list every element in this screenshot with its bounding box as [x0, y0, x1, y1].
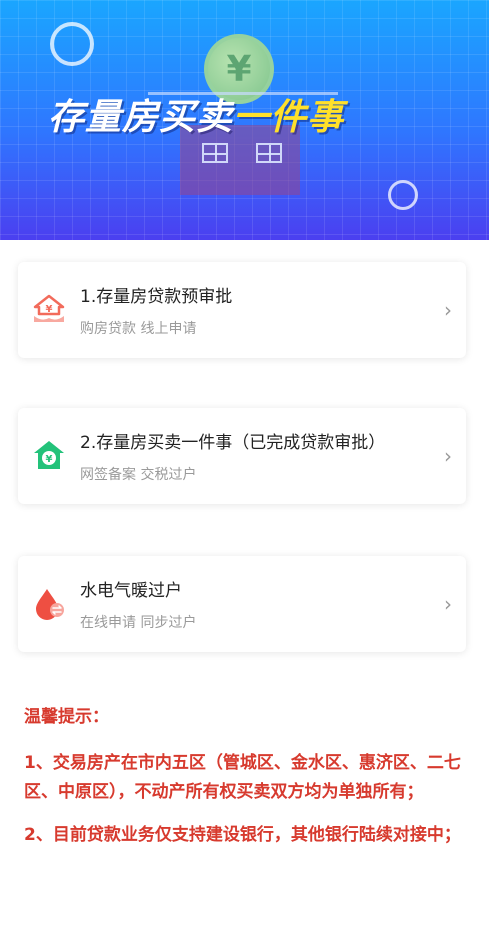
- chevron-right-icon: ›: [444, 298, 452, 322]
- house-yuan-icon: ¥: [34, 441, 64, 469]
- service-card-loan-preapproval[interactable]: ¥ 1.存量房贷款预审批 购房贷款 线上申请 ›: [18, 262, 466, 358]
- service-title: 1.存量房贷款预审批: [80, 287, 233, 307]
- service-subtitle: 购房贷款 线上申请: [80, 321, 197, 337]
- banner: ¥ 存量房买卖一件事: [0, 0, 489, 240]
- drop-transfer-icon: [36, 589, 64, 620]
- banner-title: 存量房买卖一件事: [48, 88, 344, 140]
- window-icon: [256, 143, 282, 163]
- svg-text:¥: ¥: [46, 304, 53, 315]
- chevron-right-icon: ›: [444, 592, 452, 616]
- circle-decoration: [50, 22, 94, 66]
- circle-decoration: [388, 180, 418, 210]
- service-card-housing-transaction[interactable]: ¥ 2.存量房买卖一件事（已完成贷款审批） 网签备案 交税过户 ›: [18, 408, 466, 504]
- house-loan-icon: ¥: [33, 294, 65, 322]
- window-icon: [202, 143, 228, 163]
- service-card-utilities-transfer[interactable]: 水电气暖过户 在线申请 同步过户 ›: [18, 556, 466, 652]
- tips-title: 温馨提示：: [24, 707, 109, 727]
- banner-title-main: 存量房买卖: [48, 97, 234, 138]
- tip-item: 2、目前贷款业务仅支持建设银行，其他银行陆续对接中；: [24, 825, 461, 845]
- svg-text:¥: ¥: [46, 454, 53, 465]
- tip-item: 1、交易房产在市内五区（管城区、金水区、惠济区、二七区、中原区），不动产所有权买…: [24, 753, 461, 802]
- banner-title-accent: 一件事: [233, 97, 345, 138]
- service-subtitle: 在线申请 同步过户: [80, 615, 197, 631]
- chevron-right-icon: ›: [444, 444, 452, 468]
- service-title: 水电气暖过户: [80, 581, 182, 601]
- tips-section: 温馨提示： 1、交易房产在市内五区（管城区、金水区、惠济区、二七区、中原区），不…: [24, 702, 464, 864]
- service-title: 2.存量房买卖一件事（已完成贷款审批）: [80, 433, 386, 453]
- service-subtitle: 网签备案 交税过户: [80, 467, 197, 483]
